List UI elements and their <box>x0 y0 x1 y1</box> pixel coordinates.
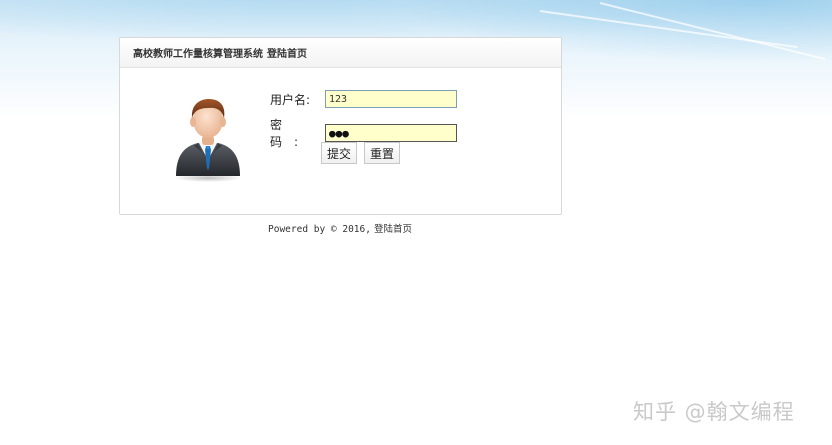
submit-button[interactable]: 提交 <box>321 142 358 164</box>
system-title: 高校教师工作量核算管理系统 <box>133 49 263 60</box>
username-row: 用户名: 123 <box>270 90 457 108</box>
panel-header: 高校教师工作量核算管理系统 登陆首页 <box>120 38 561 68</box>
footer: Powered by © 2016, 登陆首页 <box>268 221 412 235</box>
user-avatar-icon <box>174 99 242 182</box>
footer-page-name: 登陆首页 <box>373 224 412 235</box>
page-title: 登陆首页 <box>267 49 307 60</box>
username-label: 用户名: <box>270 92 311 107</box>
username-input[interactable]: 123 <box>325 90 457 108</box>
powered-by-text: Powered by © 2016, <box>268 224 371 235</box>
login-panel: 高校教师工作量核算管理系统 登陆首页 用户名: 123 密 码: ●●● 提交 … <box>119 37 562 215</box>
form-buttons: 提交 重置 <box>321 142 401 164</box>
reset-button[interactable]: 重置 <box>364 142 401 164</box>
password-label: 密 码: <box>270 118 311 149</box>
watermark: 知乎 @翰文编程 <box>633 400 795 424</box>
password-input[interactable]: ●●● <box>325 124 457 142</box>
